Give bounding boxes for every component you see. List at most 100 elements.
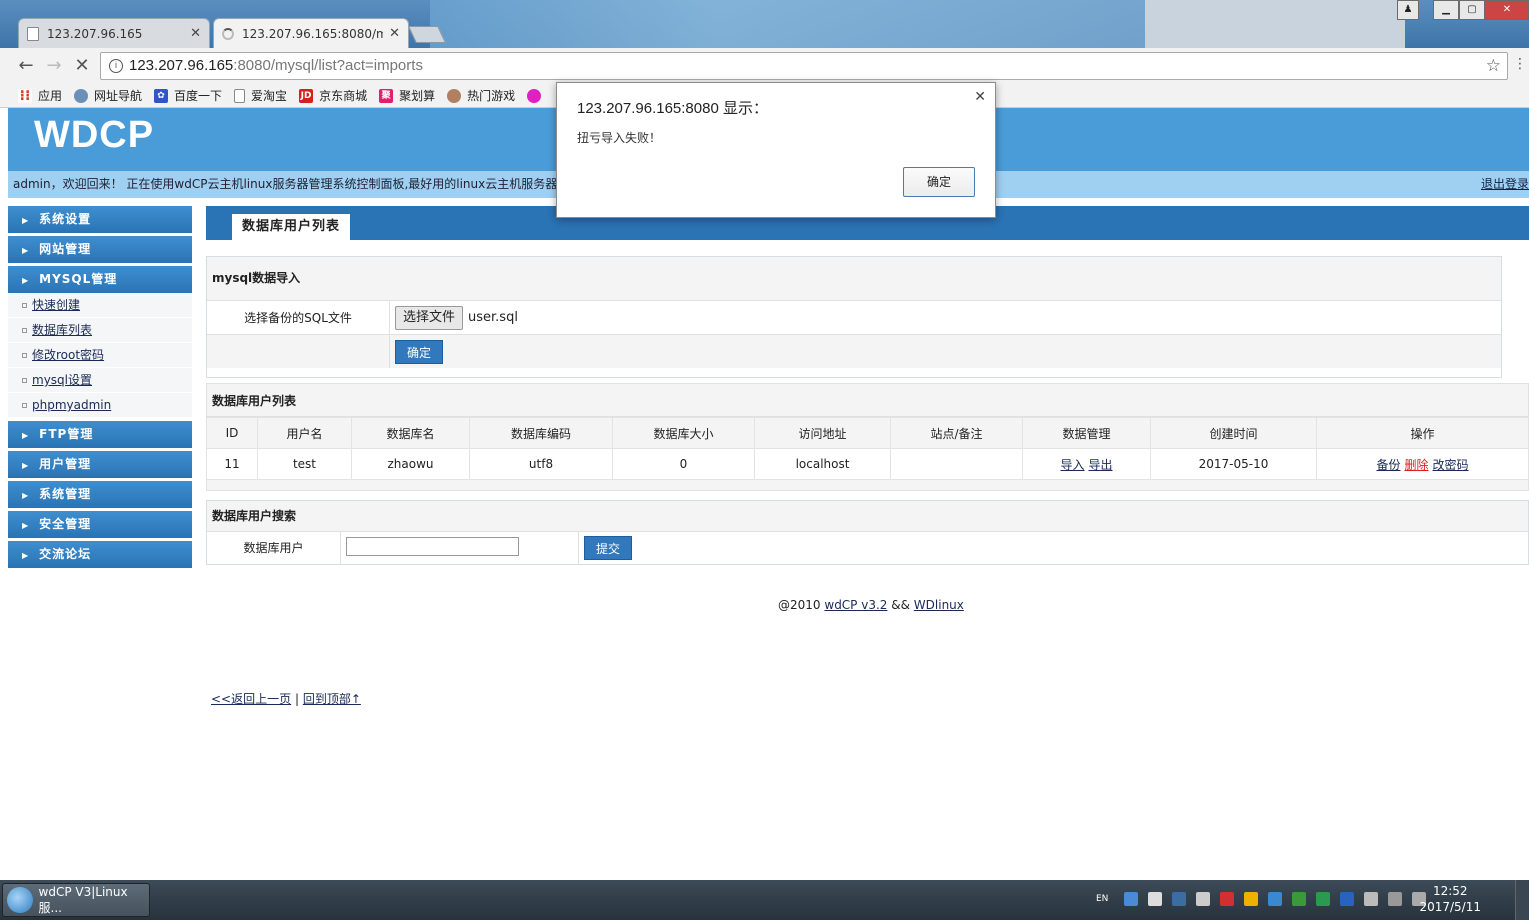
maximize-button[interactable]: ▢	[1459, 0, 1485, 20]
device-icon[interactable]	[1364, 892, 1379, 906]
browser-tab[interactable]: 123.207.96.165 ✕	[18, 18, 210, 48]
network-device-icon[interactable]	[1196, 892, 1211, 906]
update-icon[interactable]	[1316, 892, 1331, 906]
column-header: 数据管理	[1022, 417, 1151, 449]
sidebar-section-system-manage[interactable]: ▶ 系统管理	[8, 481, 192, 508]
export-link[interactable]: 导出	[1089, 458, 1113, 472]
address-bar[interactable]: i 123.207.96.165:8080/mysql/list?act=imp…	[100, 52, 1508, 80]
system-clock[interactable]: 12:52 2017/5/11	[1419, 883, 1481, 915]
import-submit-button[interactable]: 确定	[395, 340, 444, 364]
bullet-icon	[22, 328, 27, 333]
change-password-link[interactable]: 改密码	[1433, 458, 1469, 472]
qq-icon[interactable]	[1244, 892, 1259, 906]
sidebar-section-website[interactable]: ▶ 网站管理	[8, 236, 192, 263]
sidebar-section-label: 系统管理	[39, 487, 92, 501]
cell-size: 0	[612, 448, 755, 480]
bookmark-star-icon[interactable]: ☆	[1486, 53, 1501, 79]
column-header: ID	[206, 417, 258, 449]
bullet-icon	[22, 378, 27, 383]
search-input[interactable]	[346, 537, 519, 556]
language-indicator[interactable]: EN	[1096, 892, 1108, 906]
tab-db-user-list[interactable]: 数据库用户列表	[232, 214, 351, 240]
show-desktop-button[interactable]	[1515, 880, 1529, 920]
close-tab-icon[interactable]: ✕	[389, 26, 400, 41]
sidebar-section-system-settings[interactable]: ▶ 系统设置	[8, 206, 192, 233]
sidebar-item-link[interactable]: mysql设置	[32, 373, 92, 387]
sidebar-item-link[interactable]: 快速创建	[32, 298, 80, 312]
bookmark-apps[interactable]: ⁝⁝ 应用	[18, 87, 62, 104]
tab-label: 123.207.96.165	[47, 26, 143, 41]
steam-icon[interactable]	[1172, 892, 1187, 906]
site-logo: WDCP	[34, 114, 155, 156]
close-window-button[interactable]: ✕	[1485, 0, 1529, 20]
search-field-label: 数据库用户	[207, 532, 341, 564]
sidebar-item-quick-create[interactable]: 快速创建	[8, 293, 192, 318]
logout-link[interactable]: 退出登录	[1481, 171, 1529, 198]
dialog-message: 扭亏导入失败！	[577, 131, 662, 145]
dialog-ok-button[interactable]: 确定	[903, 167, 975, 197]
search-submit-button[interactable]: 提交	[584, 536, 633, 560]
sidebar-section-users[interactable]: ▶ 用户管理	[8, 451, 192, 478]
stop-loading-icon[interactable]: ✕	[72, 56, 92, 76]
app-tray-icon[interactable]	[1268, 892, 1283, 906]
tab-label: 123.207.96.165:8080/m	[242, 26, 384, 41]
bookmark-aitaobao[interactable]: 爱淘宝	[234, 87, 287, 104]
browser-tab-active[interactable]: 123.207.96.165:8080/m ✕	[213, 18, 409, 48]
bluetooth-icon[interactable]	[1340, 892, 1355, 906]
sidebar-section-ftp[interactable]: ▶ FTP管理	[8, 421, 192, 448]
product-link[interactable]: wdCP v3.2	[824, 598, 887, 612]
table-header-row: ID 用户名 数据库名 数据库编码 数据库大小 访问地址 站点/备注 数据管理 …	[206, 417, 1529, 449]
bookmark-nav[interactable]: 网址导航	[74, 87, 142, 104]
back-arrow-icon[interactable]: ←	[16, 56, 36, 76]
sidebar-item-root-password[interactable]: 修改root密码	[8, 343, 192, 368]
shield-icon[interactable]	[1124, 892, 1139, 906]
choose-file-button[interactable]: 选择文件	[395, 306, 464, 330]
record-icon[interactable]	[1220, 892, 1235, 906]
import-link[interactable]: 导入	[1060, 458, 1084, 472]
alert-dialog: 123.207.96.165:8080 显示： ✕ 扭亏导入失败！ 确定	[556, 82, 996, 218]
nvidia-icon[interactable]	[1292, 892, 1307, 906]
back-link[interactable]: <<返回上一页	[211, 692, 291, 706]
bookmark-jd[interactable]: JD 京东商城	[299, 87, 367, 104]
caret-right-icon: ▶	[22, 551, 30, 560]
bookmark-juhuasuan[interactable]: 聚 聚划算	[379, 87, 435, 104]
sidebar-item-mysql-settings[interactable]: mysql设置	[8, 368, 192, 393]
sidebar-section-forum[interactable]: ▶ 交流论坛	[8, 541, 192, 568]
sidebar-item-link[interactable]: 修改root密码	[32, 348, 104, 362]
minimize-button[interactable]: ▁	[1433, 0, 1459, 20]
bookmark-label: 京东商城	[319, 89, 368, 103]
sidebar-section-security[interactable]: ▶ 安全管理	[8, 511, 192, 538]
bookmark-label: 热门游戏	[467, 89, 516, 103]
jd-icon: JD	[299, 88, 314, 103]
top-link[interactable]: 回到顶部↑	[303, 692, 361, 706]
close-tab-icon[interactable]: ✕	[190, 26, 201, 41]
search-row: 数据库用户 提交	[207, 531, 1528, 564]
sidebar-item-db-list[interactable]: 数据库列表	[8, 318, 192, 343]
browser-menu-icon[interactable]: ⋮	[1513, 56, 1527, 72]
sidebar-section-label: 系统设置	[39, 212, 92, 226]
backup-link[interactable]: 备份	[1376, 458, 1400, 472]
vendor-link[interactable]: WDlinux	[914, 598, 964, 612]
sidebar-item-phpmyadmin[interactable]: phpmyadmin	[8, 393, 192, 418]
dialog-close-icon[interactable]: ✕	[974, 89, 986, 105]
signal-icon[interactable]	[1388, 892, 1403, 906]
table-title: 数据库用户列表	[206, 383, 1529, 417]
bookmark-baidu[interactable]: ✿ 百度一下	[154, 87, 222, 104]
user-profile-icon[interactable]: ♟	[1397, 0, 1419, 20]
bookmark-more[interactable]	[527, 88, 547, 103]
taskbar-app-button[interactable]: wdCP V3|Linux服...	[2, 883, 150, 917]
bookmark-label: 应用	[38, 89, 63, 103]
sidebar-section-mysql[interactable]: ▶ MYSQL管理	[8, 266, 192, 293]
sidebar-item-link[interactable]: 数据库列表	[32, 323, 92, 337]
settings-icon[interactable]	[1148, 892, 1163, 906]
sidebar-section-label: FTP管理	[39, 427, 94, 441]
window-controls: ♟ ▁ ▢ ✕	[1397, 0, 1529, 20]
forward-arrow-icon[interactable]: →	[44, 56, 64, 76]
system-tray: EN	[1096, 892, 1436, 906]
delete-link[interactable]: 删除	[1404, 458, 1428, 472]
column-header: 站点/备注	[890, 417, 1023, 449]
info-icon[interactable]: i	[109, 59, 123, 73]
bookmark-games[interactable]: 热门游戏	[447, 87, 515, 104]
sidebar-item-link[interactable]: phpmyadmin	[32, 398, 111, 412]
loading-spinner-icon	[222, 27, 234, 40]
